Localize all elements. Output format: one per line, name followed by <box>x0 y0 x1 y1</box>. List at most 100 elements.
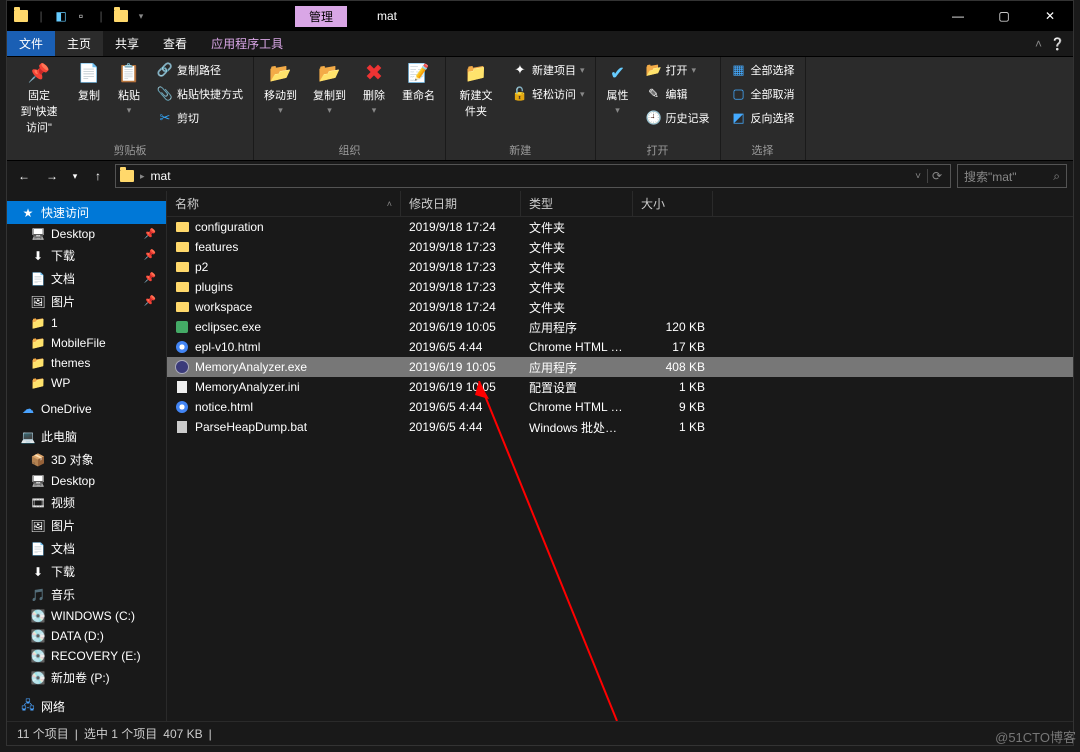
tab-file[interactable]: 文件 <box>7 31 55 56</box>
file-icon <box>175 300 189 314</box>
open-button[interactable]: 📂打开▾ <box>642 59 714 81</box>
chevron-right-icon[interactable]: ▸ <box>140 171 145 182</box>
table-row[interactable]: p22019/9/18 17:23文件夹 <box>167 257 1073 277</box>
paste-button[interactable]: 📋粘贴▾ <box>113 59 145 140</box>
minimize-button[interactable]: — <box>935 1 981 31</box>
table-row[interactable]: eclipsec.exe2019/6/19 10:05应用程序120 KB <box>167 317 1073 337</box>
contextual-tab[interactable]: 管理 <box>295 6 347 27</box>
column-date[interactable]: 修改日期 <box>401 191 521 216</box>
sidebar-icon: 📁 <box>31 356 45 370</box>
sidebar-item[interactable]: 🖥Desktop📌 <box>7 224 166 244</box>
status-count: 11 个项目 <box>17 725 69 742</box>
forward-button[interactable]: → <box>41 165 63 187</box>
maximize-button[interactable]: ▢ <box>981 1 1027 31</box>
cut-icon: ✂ <box>157 110 173 126</box>
sidebar-this-pc[interactable]: 💻此电脑 <box>7 425 166 448</box>
open-icon: 📂 <box>646 62 662 78</box>
select-all-button[interactable]: ▦全部选择 <box>727 59 799 81</box>
sidebar-item[interactable]: 📁1 <box>7 313 166 333</box>
sidebar-item[interactable]: 💽新加卷 (P:) <box>7 666 166 689</box>
table-row[interactable]: notice.html2019/6/5 4:44Chrome HTML D...… <box>167 397 1073 417</box>
sidebar-item[interactable]: 💽DATA (D:) <box>7 626 166 646</box>
sidebar-item[interactable]: 📄文档 <box>7 537 166 560</box>
ribbon-collapse-icon[interactable]: ˄ <box>1035 37 1042 51</box>
properties-button[interactable]: ✔属性▾ <box>602 59 634 140</box>
paste-shortcut-button[interactable]: 📎粘贴快捷方式 <box>153 83 247 105</box>
sidebar-quick-access[interactable]: ★快速访问 <box>7 201 166 224</box>
search-input[interactable]: 搜索"mat" ⌕ <box>957 164 1067 188</box>
ribbon-group-organize: 📂移动到▾ 📂复制到▾ ✖删除▾ 📝重命名 组织 <box>254 57 446 160</box>
sidebar-item[interactable]: 🖥Desktop <box>7 471 166 491</box>
sidebar-network[interactable]: 🖧网络 <box>7 695 166 718</box>
sidebar-onedrive[interactable]: ☁OneDrive <box>7 399 166 419</box>
qat-dropdown-icon[interactable]: ▾ <box>133 8 149 24</box>
new-folder-button[interactable]: 📁新建文件夹 <box>452 59 500 140</box>
sidebar-icon: 📄 <box>31 542 45 556</box>
refresh-icon[interactable]: ⟳ <box>927 169 946 183</box>
close-button[interactable]: ✕ <box>1027 1 1073 31</box>
table-row[interactable]: features2019/9/18 17:23文件夹 <box>167 237 1073 257</box>
table-row[interactable]: plugins2019/9/18 17:23文件夹 <box>167 277 1073 297</box>
new-item-icon: ✦ <box>512 62 528 78</box>
sidebar-item[interactable]: 🖼图片📌 <box>7 290 166 313</box>
edit-button[interactable]: ✎编辑 <box>642 83 714 105</box>
sidebar-item[interactable]: 💽WINDOWS (C:) <box>7 606 166 626</box>
recent-dropdown-icon[interactable]: ▾ <box>69 165 81 187</box>
table-row[interactable]: MemoryAnalyzer.ini2019/6/19 10:05配置设置1 K… <box>167 377 1073 397</box>
back-button[interactable]: ← <box>13 165 35 187</box>
delete-button[interactable]: ✖删除▾ <box>358 59 390 140</box>
sidebar-item[interactable]: 📁WP <box>7 373 166 393</box>
copy-path-icon: 🔗 <box>157 62 173 78</box>
new-item-button[interactable]: ✦新建项目▾ <box>508 59 589 81</box>
search-icon[interactable]: ⌕ <box>1053 169 1060 184</box>
file-list[interactable]: configuration2019/9/18 17:24文件夹features2… <box>167 217 1073 721</box>
tab-app-tools[interactable]: 应用程序工具 <box>199 31 295 56</box>
table-row[interactable]: configuration2019/9/18 17:24文件夹 <box>167 217 1073 237</box>
move-to-button[interactable]: 📂移动到▾ <box>260 59 301 140</box>
sidebar-item[interactable]: 🖼图片 <box>7 514 166 537</box>
copy-to-button[interactable]: 📂复制到▾ <box>309 59 350 140</box>
sidebar-item[interactable]: 🎵音乐 <box>7 583 166 606</box>
sidebar-item[interactable]: 📁themes <box>7 353 166 373</box>
file-icon <box>175 240 189 254</box>
up-button[interactable]: ↑ <box>87 165 109 187</box>
cut-button[interactable]: ✂剪切 <box>153 107 247 129</box>
sidebar-item[interactable]: 💽RECOVERY (E:) <box>7 646 166 666</box>
navigation-pane[interactable]: ★快速访问 🖥Desktop📌⬇下载📌📄文档📌🖼图片📌📁1📁MobileFile… <box>7 191 167 721</box>
new-doc-icon[interactable]: ▫ <box>73 8 89 24</box>
sidebar-item[interactable]: 📁MobileFile <box>7 333 166 353</box>
rename-button[interactable]: 📝重命名 <box>398 59 439 140</box>
address-path[interactable]: mat <box>151 169 171 183</box>
sidebar-item[interactable]: 📄文档📌 <box>7 267 166 290</box>
column-size[interactable]: 大小 <box>633 191 713 216</box>
address-dropdown-icon[interactable]: ˅ <box>915 171 921 182</box>
copy-button[interactable]: 📄复制 <box>73 59 105 140</box>
column-name[interactable]: 名称˄ <box>167 191 401 216</box>
column-type[interactable]: 类型 <box>521 191 633 216</box>
folder-icon-2[interactable] <box>113 8 129 24</box>
group-label-new: 新建 <box>452 140 589 160</box>
sidebar-item[interactable]: 🎞视频 <box>7 491 166 514</box>
easy-access-button[interactable]: 🔓轻松访问▾ <box>508 83 589 105</box>
pin-quick-access-button[interactable]: 📌固定到"快速访问" <box>13 59 65 140</box>
invert-selection-button[interactable]: ◩反向选择 <box>727 107 799 129</box>
select-none-button[interactable]: ▢全部取消 <box>727 83 799 105</box>
sidebar-item[interactable]: 📦3D 对象 <box>7 448 166 471</box>
copy-path-button[interactable]: 🔗复制路径 <box>153 59 247 81</box>
table-row[interactable]: epl-v10.html2019/6/5 4:44Chrome HTML D..… <box>167 337 1073 357</box>
address-input[interactable]: ▸ mat ˅ ⟳ <box>115 164 951 188</box>
history-button[interactable]: 🕘历史记录 <box>642 107 714 129</box>
help-icon[interactable]: ❔ <box>1050 37 1065 51</box>
tab-view[interactable]: 查看 <box>151 31 199 56</box>
properties-icon[interactable]: ◧ <box>53 8 69 24</box>
titlebar[interactable]: | ◧ ▫ | ▾ 管理 mat — ▢ ✕ <box>7 1 1073 31</box>
table-row[interactable]: ParseHeapDump.bat2019/6/5 4:44Windows 批处… <box>167 417 1073 437</box>
sidebar-icon: 💽 <box>31 609 45 623</box>
table-row[interactable]: MemoryAnalyzer.exe2019/6/19 10:05应用程序408… <box>167 357 1073 377</box>
sidebar-item[interactable]: ⬇下载📌 <box>7 244 166 267</box>
tab-home[interactable]: 主页 <box>55 31 103 56</box>
sidebar-item[interactable]: ⬇下载 <box>7 560 166 583</box>
table-row[interactable]: workspace2019/9/18 17:24文件夹 <box>167 297 1073 317</box>
tab-share[interactable]: 共享 <box>103 31 151 56</box>
new-folder-icon: 📁 <box>464 61 488 85</box>
